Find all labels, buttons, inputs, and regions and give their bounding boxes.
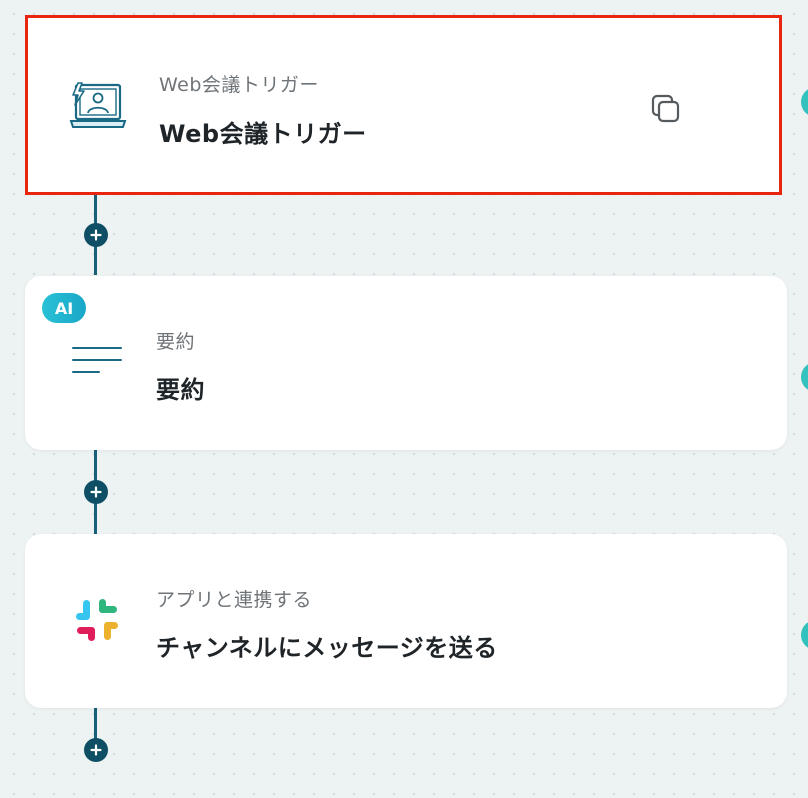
step-card-send-message[interactable]: アプリと連携する チャンネルにメッセージを送る xyxy=(25,534,787,708)
step-subtitle: アプリと連携する xyxy=(156,589,313,611)
step-title: Web会議トリガー xyxy=(159,120,367,148)
ai-badge: AI xyxy=(42,293,86,323)
step-subtitle: Web会議トリガー xyxy=(159,74,319,96)
add-step-button[interactable] xyxy=(84,223,108,247)
add-step-button[interactable] xyxy=(84,480,108,504)
plus-icon xyxy=(90,486,102,498)
copy-step-button[interactable] xyxy=(649,92,683,126)
step-card-summary[interactable]: 要約 要約 xyxy=(25,276,787,450)
summary-lines-icon xyxy=(67,331,127,391)
copy-icon xyxy=(651,94,680,123)
step-status-marker[interactable] xyxy=(801,87,808,117)
step-card-web-meeting-trigger[interactable]: Web会議トリガー Web会議トリガー xyxy=(25,15,782,195)
step-title: チャンネルにメッセージを送る xyxy=(156,634,498,662)
plus-icon xyxy=(90,744,102,756)
step-subtitle: 要約 xyxy=(156,331,196,353)
add-step-button[interactable] xyxy=(84,738,108,762)
plus-icon xyxy=(90,229,102,241)
web-meeting-icon xyxy=(68,77,128,137)
step-status-marker[interactable] xyxy=(801,620,808,650)
slack-icon xyxy=(67,590,127,650)
step-title: 要約 xyxy=(156,376,205,404)
step-status-marker[interactable] xyxy=(801,362,808,392)
